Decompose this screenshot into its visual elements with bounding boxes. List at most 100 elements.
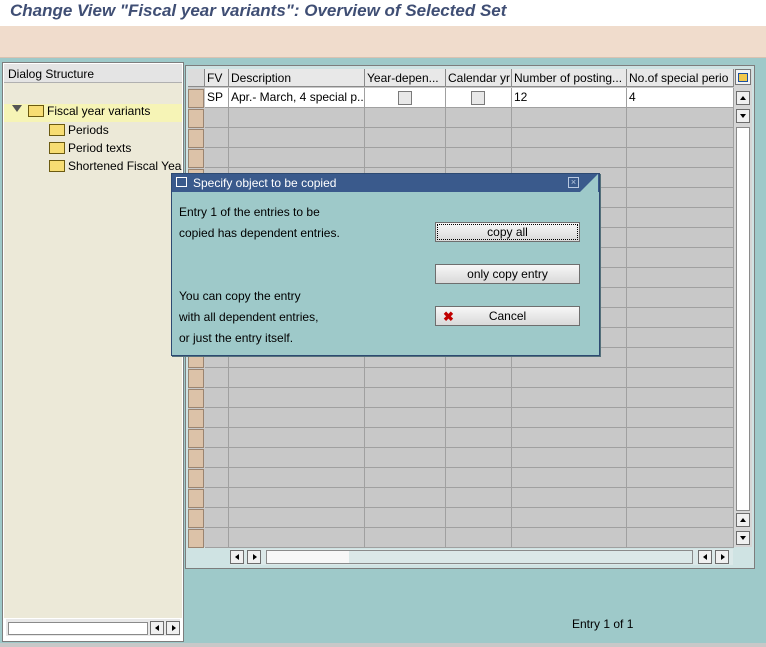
table-cell-empty[interactable] xyxy=(229,448,365,468)
table-cell-empty[interactable] xyxy=(627,348,734,368)
table-cell-empty[interactable] xyxy=(627,468,734,488)
cell-description[interactable]: Apr.- March, 4 special p... xyxy=(229,88,365,108)
table-cell-empty[interactable] xyxy=(205,528,229,548)
table-cell-empty[interactable] xyxy=(512,508,627,528)
table-cell-empty[interactable] xyxy=(229,408,365,428)
column-header-fv[interactable]: FV xyxy=(205,69,229,87)
table-cell-empty[interactable] xyxy=(512,448,627,468)
table-cell-empty[interactable] xyxy=(205,408,229,428)
scroll-page-down-icon[interactable] xyxy=(736,531,750,545)
row-selector[interactable] xyxy=(188,429,204,448)
table-cell-empty[interactable] xyxy=(512,128,627,148)
table-cell-empty[interactable] xyxy=(365,508,446,528)
table-cell-empty[interactable] xyxy=(512,428,627,448)
tree-item-period-texts[interactable]: Period texts xyxy=(49,141,131,159)
table-cell-empty[interactable] xyxy=(512,528,627,548)
table-cell-empty[interactable] xyxy=(205,468,229,488)
table-cell-empty[interactable] xyxy=(512,368,627,388)
table-cell-empty[interactable] xyxy=(205,368,229,388)
table-cell-empty[interactable] xyxy=(627,328,734,348)
table-cell-empty[interactable] xyxy=(229,388,365,408)
table-cell-empty[interactable] xyxy=(627,248,734,268)
table-cell-empty[interactable] xyxy=(627,528,734,548)
table-cell-empty[interactable] xyxy=(365,488,446,508)
row-selector[interactable] xyxy=(188,389,204,408)
table-settings-icon[interactable] xyxy=(735,69,751,85)
table-cell-empty[interactable] xyxy=(627,148,734,168)
select-all-header[interactable] xyxy=(188,69,205,87)
table-cell-empty[interactable] xyxy=(205,428,229,448)
table-cell-empty[interactable] xyxy=(446,508,512,528)
row-selector[interactable] xyxy=(188,469,204,488)
scroll-last-icon[interactable] xyxy=(715,550,729,564)
table-cell-empty[interactable] xyxy=(627,488,734,508)
table-cell-empty[interactable] xyxy=(446,388,512,408)
dialog-title-bar[interactable]: Specify object to be copied × xyxy=(172,174,599,192)
table-cell-empty[interactable] xyxy=(205,388,229,408)
row-selector[interactable] xyxy=(188,409,204,428)
column-header-calendar-year[interactable]: Calendar yr xyxy=(446,69,512,87)
table-cell-empty[interactable] xyxy=(446,488,512,508)
scroll-next-icon[interactable] xyxy=(247,550,261,564)
close-icon[interactable]: × xyxy=(568,177,579,188)
table-cell-empty[interactable] xyxy=(627,388,734,408)
table-cell-empty[interactable] xyxy=(627,128,734,148)
cell-posting-periods[interactable]: 12 xyxy=(512,88,627,108)
row-selector[interactable] xyxy=(188,449,204,468)
table-cell-empty[interactable] xyxy=(365,128,446,148)
row-selector[interactable] xyxy=(188,529,204,548)
table-cell-empty[interactable] xyxy=(446,368,512,388)
table-cell-empty[interactable] xyxy=(446,108,512,128)
cell-fv[interactable]: SP xyxy=(205,88,229,108)
table-cell-empty[interactable] xyxy=(627,208,734,228)
table-cell-empty[interactable] xyxy=(627,448,734,468)
table-cell-empty[interactable] xyxy=(627,108,734,128)
scroll-page-up-icon[interactable] xyxy=(736,513,750,527)
table-cell-empty[interactable] xyxy=(627,168,734,188)
table-cell-empty[interactable] xyxy=(627,228,734,248)
table-cell-empty[interactable] xyxy=(205,508,229,528)
column-header-special-periods[interactable]: No.of special perio xyxy=(627,69,734,87)
table-cell-empty[interactable] xyxy=(365,368,446,388)
table-vertical-scrollbar[interactable] xyxy=(734,69,752,547)
row-selector[interactable] xyxy=(188,509,204,528)
table-cell-empty[interactable] xyxy=(365,408,446,428)
scroll-down-icon[interactable] xyxy=(736,109,750,123)
table-cell-empty[interactable] xyxy=(627,268,734,288)
column-header-description[interactable]: Description xyxy=(229,69,365,87)
cell-special-periods[interactable]: 4 xyxy=(627,88,734,108)
scrollbar-thumb[interactable] xyxy=(267,551,349,563)
table-cell-empty[interactable] xyxy=(446,408,512,428)
table-cell-empty[interactable] xyxy=(627,188,734,208)
triangle-down-icon[interactable] xyxy=(12,105,22,112)
row-selector[interactable] xyxy=(188,369,204,388)
scrollbar-track[interactable] xyxy=(736,127,750,511)
table-cell-empty[interactable] xyxy=(229,428,365,448)
table-cell-empty[interactable] xyxy=(229,368,365,388)
table-cell-empty[interactable] xyxy=(627,428,734,448)
table-cell-empty[interactable] xyxy=(512,488,627,508)
table-cell-empty[interactable] xyxy=(365,428,446,448)
table-cell-empty[interactable] xyxy=(627,368,734,388)
row-selector[interactable] xyxy=(188,89,204,108)
table-cell-empty[interactable] xyxy=(627,508,734,528)
table-cell-empty[interactable] xyxy=(229,108,365,128)
table-cell-empty[interactable] xyxy=(365,448,446,468)
column-header-year-dependent[interactable]: Year-depen... xyxy=(365,69,446,87)
copy-all-button[interactable]: copy all xyxy=(435,222,580,242)
scrollbar-track[interactable] xyxy=(8,622,148,635)
scroll-left-icon[interactable] xyxy=(150,621,164,635)
table-cell-empty[interactable] xyxy=(205,488,229,508)
row-selector[interactable] xyxy=(188,129,204,148)
scrollbar-track[interactable] xyxy=(266,550,693,564)
table-cell-empty[interactable] xyxy=(229,468,365,488)
scroll-right-icon[interactable] xyxy=(166,621,180,635)
row-selector[interactable] xyxy=(188,489,204,508)
table-cell-empty[interactable] xyxy=(446,428,512,448)
tree-horizontal-scrollbar[interactable] xyxy=(6,619,180,636)
row-selector[interactable] xyxy=(188,109,204,128)
tree-item-shortened-fiscal-years[interactable]: Shortened Fiscal Years xyxy=(49,159,182,177)
table-cell-empty[interactable] xyxy=(512,388,627,408)
only-copy-entry-button[interactable]: only copy entry xyxy=(435,264,580,284)
scroll-prev-icon[interactable] xyxy=(698,550,712,564)
